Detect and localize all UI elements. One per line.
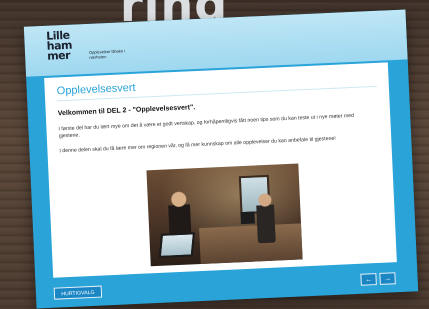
photo-monitor	[240, 211, 255, 225]
photo-touchscreen	[158, 232, 195, 258]
course-slide: Lille ham mer Opplevelser tilbake i nærh…	[23, 9, 419, 309]
logo-line-3: mer	[46, 48, 71, 63]
page-title: Opplevelsesvert	[56, 81, 136, 98]
photo-person-right	[255, 192, 276, 244]
lillehammer-logo: Lille ham mer	[46, 29, 88, 66]
hurtigvalg-button[interactable]: HURTIGVALG	[53, 285, 103, 300]
logo-tagline: Opplevelser tilbake i nærheten	[88, 48, 126, 60]
previous-button[interactable]: ←	[360, 273, 377, 286]
next-button[interactable]: →	[379, 272, 396, 285]
welcome-heading: Velkommen til DEL 2 - "Opplevelsesvert".	[57, 104, 196, 118]
content-panel: Opplevelsesvert Velkommen til DEL 2 - "O…	[44, 62, 397, 278]
reception-photo	[146, 163, 303, 267]
photo-counter	[199, 223, 303, 265]
